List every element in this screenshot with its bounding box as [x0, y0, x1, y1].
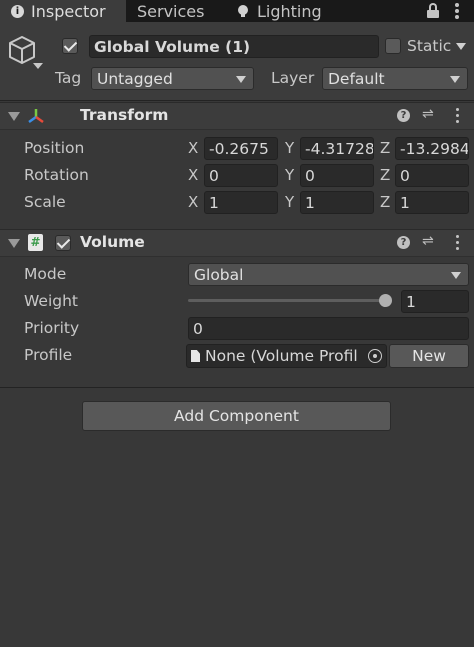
preset-sliders-icon[interactable]: ⇌	[422, 106, 434, 122]
help-icon[interactable]: ?	[397, 109, 410, 122]
tab-inspector[interactable]: i Inspector	[0, 0, 126, 22]
volume-foldout-icon[interactable]	[8, 239, 20, 248]
tag-dropdown[interactable]: Untagged	[91, 67, 254, 90]
scale-y-field[interactable]: 1	[300, 191, 374, 214]
component-menu-icon[interactable]	[455, 234, 461, 252]
gameobject-cube-icon[interactable]	[7, 35, 43, 71]
chevron-down-icon	[236, 75, 246, 83]
position-y-value: -4.31728	[305, 139, 374, 158]
scale-x-axis-label[interactable]: X	[188, 193, 198, 211]
gameobject-name-text: Global Volume (1)	[94, 37, 251, 56]
position-x-axis-label[interactable]: X	[188, 139, 198, 157]
tab-lighting[interactable]: Lighting	[238, 0, 348, 22]
scale-z-value: 1	[400, 193, 410, 212]
bulb-icon	[238, 5, 248, 17]
more-options-icon[interactable]	[454, 2, 460, 20]
info-icon: i	[11, 4, 24, 18]
position-y-field[interactable]: -4.31728	[300, 137, 374, 160]
static-dropdown-icon[interactable]	[456, 43, 466, 50]
scale-label: Scale	[24, 193, 66, 211]
rotation-y-value: 0	[305, 166, 315, 185]
volume-title: Volume	[80, 233, 145, 251]
priority-value: 0	[193, 319, 203, 338]
gameobject-name-input[interactable]: Global Volume (1)	[89, 35, 379, 58]
chevron-down-icon	[451, 271, 461, 279]
mode-dropdown[interactable]: Global	[188, 263, 469, 286]
profile-value: None (Volume Profil	[205, 347, 358, 365]
layer-dropdown[interactable]: Default	[322, 67, 468, 90]
weight-field[interactable]: 1	[401, 290, 469, 313]
rotation-z-axis-label[interactable]: Z	[380, 166, 390, 184]
rotation-x-value: 0	[209, 166, 219, 185]
rotation-label: Rotation	[24, 166, 89, 184]
tab-services-label: Services	[137, 1, 205, 21]
tag-label: Tag	[55, 69, 82, 87]
gameobject-active-checkbox[interactable]	[62, 38, 78, 54]
help-icon[interactable]: ?	[397, 236, 410, 249]
lock-icon[interactable]	[427, 3, 439, 19]
priority-label: Priority	[24, 319, 80, 337]
position-z-field[interactable]: -13.2984	[395, 137, 469, 160]
mode-value: Global	[194, 265, 244, 284]
add-component-button[interactable]: Add Component	[82, 401, 391, 431]
script-hash-icon: #	[28, 234, 43, 251]
scale-x-value: 1	[209, 193, 219, 212]
weight-slider-thumb[interactable]	[379, 294, 392, 307]
tab-services[interactable]: Services	[137, 0, 227, 22]
add-component-label: Add Component	[174, 407, 299, 425]
tab-lighting-label: Lighting	[257, 1, 322, 21]
mode-label: Mode	[24, 265, 67, 283]
scale-y-value: 1	[305, 193, 315, 212]
chevron-down-icon	[450, 75, 460, 83]
position-x-field[interactable]: -0.2675	[204, 137, 278, 160]
component-menu-icon[interactable]	[455, 107, 461, 125]
new-profile-button[interactable]: New	[389, 344, 469, 368]
object-picker-icon[interactable]	[365, 347, 385, 365]
position-label: Position	[24, 139, 85, 157]
volume-enabled-checkbox[interactable]	[55, 235, 71, 251]
transform-axes-icon	[27, 107, 45, 125]
scale-x-field[interactable]: 1	[204, 191, 278, 214]
scale-z-field[interactable]: 1	[395, 191, 469, 214]
scale-y-axis-label[interactable]: Y	[285, 193, 294, 211]
layer-label: Layer	[271, 69, 315, 87]
rotation-z-value: 0	[400, 166, 410, 185]
scale-z-axis-label[interactable]: Z	[380, 193, 390, 211]
rotation-y-field[interactable]: 0	[300, 164, 374, 187]
weight-slider-track[interactable]	[188, 299, 392, 302]
preset-sliders-icon[interactable]: ⇌	[422, 233, 434, 249]
file-icon	[191, 350, 200, 362]
position-z-value: -13.2984	[400, 139, 469, 158]
component-divider	[0, 387, 474, 388]
profile-label: Profile	[24, 346, 73, 364]
position-y-axis-label[interactable]: Y	[285, 139, 294, 157]
static-label: Static	[407, 37, 452, 55]
tag-value: Untagged	[97, 69, 173, 88]
transform-title: Transform	[80, 106, 169, 124]
profile-object-field[interactable]: None (Volume Profil	[186, 344, 387, 368]
tab-inspector-label: Inspector	[31, 1, 106, 21]
static-checkbox[interactable]	[385, 38, 401, 54]
new-profile-button-label: New	[412, 347, 446, 365]
rotation-x-field[interactable]: 0	[204, 164, 278, 187]
position-x-value: -0.2675	[209, 139, 269, 158]
priority-field[interactable]: 0	[188, 317, 469, 340]
rotation-z-field[interactable]: 0	[395, 164, 469, 187]
position-z-axis-label[interactable]: Z	[380, 139, 390, 157]
rotation-x-axis-label[interactable]: X	[188, 166, 198, 184]
transform-foldout-icon[interactable]	[8, 112, 20, 121]
weight-label: Weight	[24, 292, 79, 310]
layer-value: Default	[328, 69, 385, 88]
weight-value: 1	[406, 292, 416, 311]
rotation-y-axis-label[interactable]: Y	[285, 166, 294, 184]
